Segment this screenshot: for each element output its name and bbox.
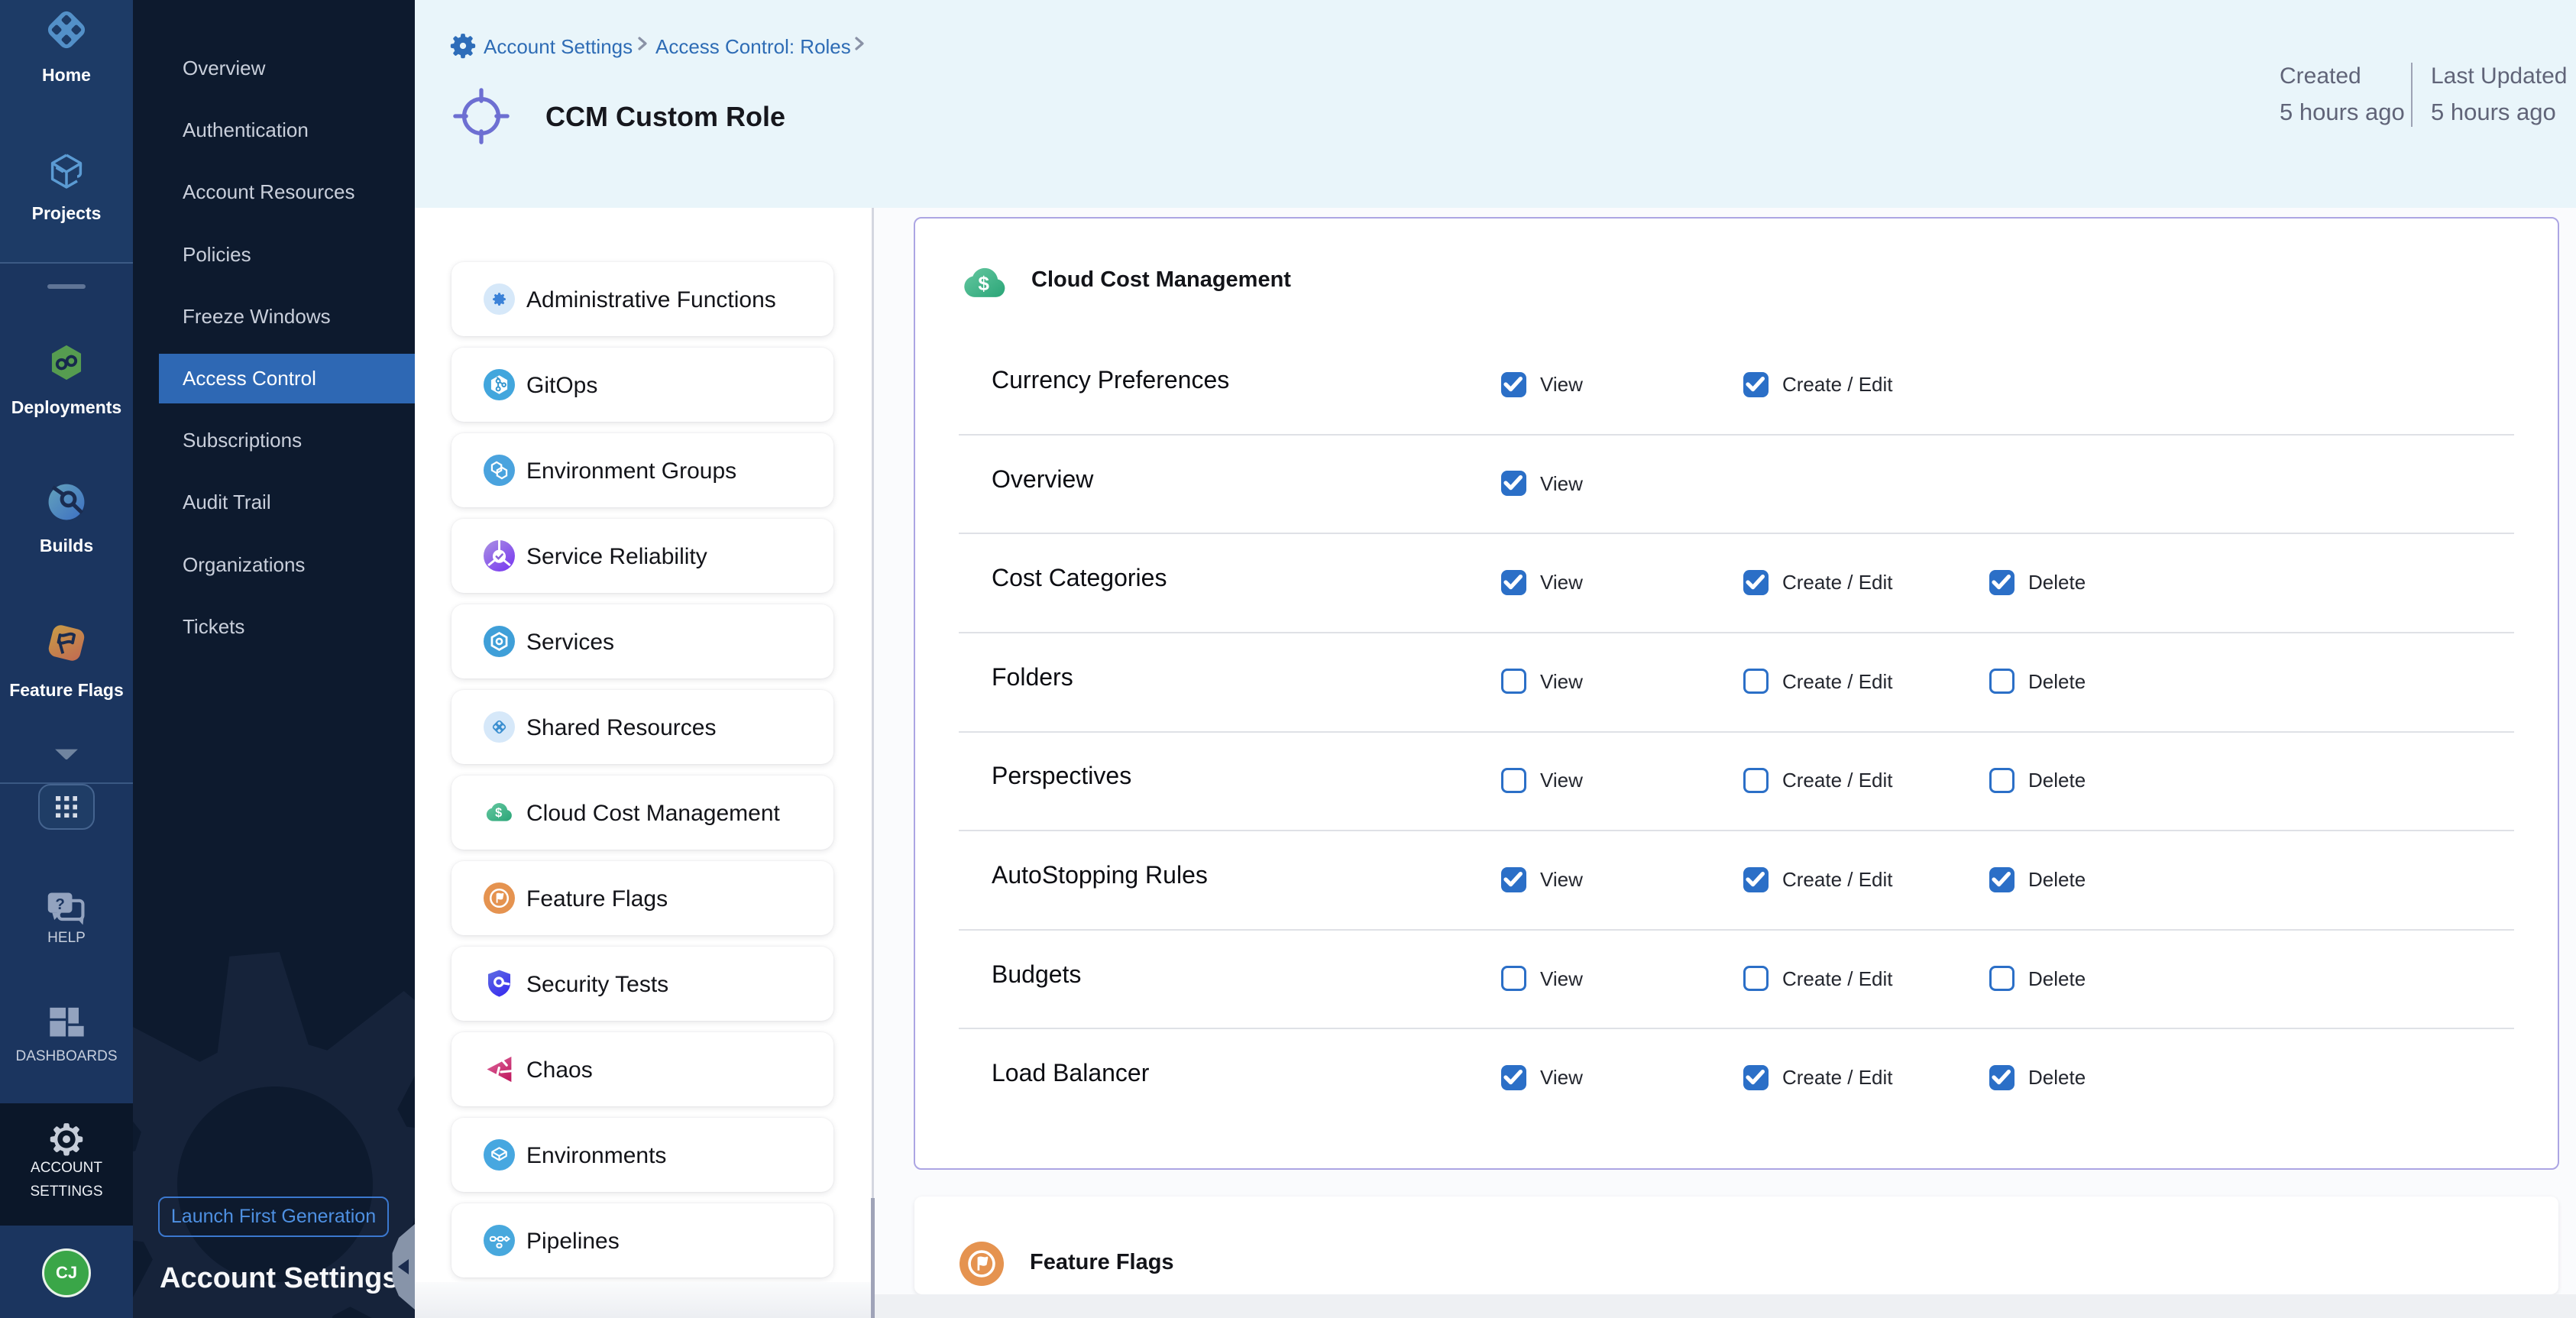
svg-text:?: ? [55,895,65,913]
svg-text:$: $ [495,806,502,820]
svg-text:$: $ [978,272,989,295]
